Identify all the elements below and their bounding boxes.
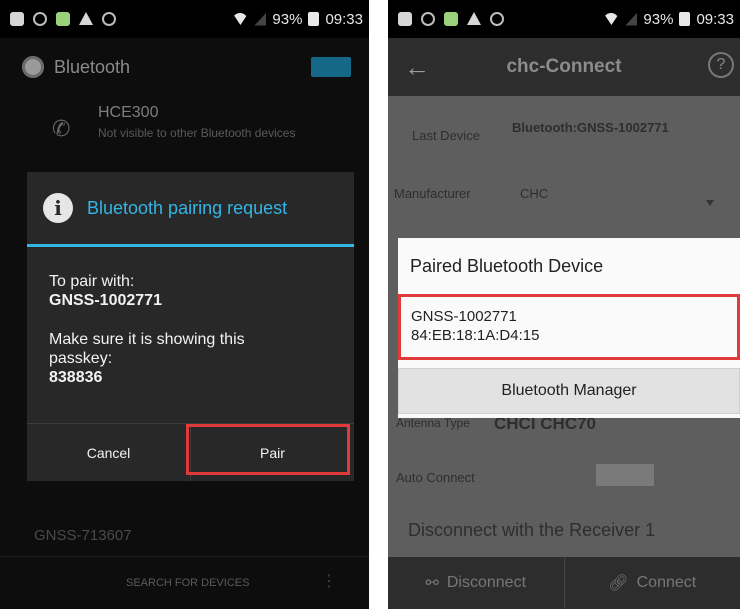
sync-icon [421, 12, 435, 26]
sync-icon [33, 12, 47, 26]
passkey: 838836 [49, 369, 103, 386]
battery-icon [679, 12, 691, 26]
info-icon: i [43, 193, 73, 223]
bluetooth-manager-button[interactable]: Bluetooth Manager [398, 368, 740, 414]
this-device[interactable]: ✆ HCE300 Not visible to other Bluetooth … [0, 100, 369, 160]
device-name: HCE300 [98, 104, 159, 121]
bottom-bar: ⚯ Disconnect 🔗︎ Connect [388, 557, 740, 609]
auto-connect-switch[interactable] [596, 464, 654, 486]
overflow-menu-icon[interactable]: ⋮ [321, 571, 337, 591]
app-header: ← chc-Connect ? [388, 38, 740, 96]
manufacturer-value[interactable]: CHC [520, 186, 548, 201]
wifi-icon [603, 13, 620, 25]
paired-device-item[interactable]: GNSS-1002771 84:EB:18:1A:D4:15 [398, 294, 740, 360]
link-icon: 🔗︎ [608, 575, 629, 592]
dropdown-caret-icon [706, 200, 714, 206]
clock: 09:33 [325, 10, 363, 28]
last-device-label: Last Device [412, 128, 480, 143]
bottom-bar: SEARCH FOR DEVICES ⋮ [0, 556, 369, 609]
disconnect-label: Disconnect [446, 574, 527, 591]
status-bar: 93% 09:33 [0, 0, 369, 38]
left-screen: 93% 09:33 Bluetooth ✆ HCE300 Not visible… [0, 0, 369, 609]
popup-title: Paired Bluetooth Device [410, 256, 604, 276]
dialog-body: To pair with: GNSS-1002771 Make sure it … [49, 272, 309, 387]
last-device-value: Bluetooth:GNSS-1002771 [512, 120, 669, 135]
signal-icon [625, 12, 638, 26]
page-title: chc-Connect [506, 56, 622, 77]
device-visibility: Not visible to other Bluetooth devices [98, 126, 296, 140]
unlink-icon: ⚯ [425, 575, 439, 592]
highlight-box [186, 424, 350, 475]
usb-icon [102, 12, 116, 26]
paired-device-name: GNSS-1002771 [411, 308, 517, 325]
paired-device-popup: Paired Bluetooth Device GNSS-1002771 84:… [398, 238, 740, 418]
gear-icon [22, 56, 44, 78]
battery-percent: 93% [272, 10, 303, 28]
disconnect-receiver[interactable]: Disconnect with the Receiver 1 [408, 520, 655, 541]
auto-connect-label: Auto Connect [396, 470, 475, 485]
right-screen: 93% 09:33 ← chc-Connect ? Last Device Bl… [388, 0, 740, 609]
settings-header: Bluetooth [0, 38, 369, 96]
bluetooth-toggle[interactable] [311, 57, 351, 77]
app-icon [444, 12, 458, 26]
status-bar: 93% 09:33 [388, 0, 740, 38]
paired-device-mac: 84:EB:18:1A:D4:15 [411, 327, 540, 344]
phone-icon: ✆ [52, 116, 71, 141]
app-icon [56, 12, 70, 26]
battery-percent: 93% [643, 10, 674, 28]
search-devices-button[interactable]: SEARCH FOR DEVICES [126, 577, 249, 589]
passkey-instruction: Make sure it is showing this passkey: [49, 331, 245, 367]
warning-icon [467, 12, 481, 25]
cancel-button[interactable]: Cancel [27, 424, 190, 481]
dialog-header: i Bluetooth pairing request [27, 172, 354, 247]
battery-icon [308, 12, 320, 26]
connect-label: Connect [636, 574, 697, 591]
disconnect-button[interactable]: ⚯ Disconnect [388, 557, 564, 609]
usb-icon [490, 12, 504, 26]
pair-with-label: To pair with: [49, 273, 135, 290]
notification-icon [10, 12, 24, 26]
available-device[interactable]: GNSS-713607 [34, 527, 132, 544]
warning-icon [79, 12, 93, 25]
dialog-title: Bluetooth pairing request [87, 197, 288, 218]
connect-button[interactable]: 🔗︎ Connect [563, 557, 740, 609]
help-icon[interactable]: ? [708, 52, 734, 78]
wifi-icon [232, 13, 249, 25]
page-title: Bluetooth [54, 56, 131, 77]
signal-icon [254, 12, 267, 26]
notification-icon [398, 12, 412, 26]
pair-device-name: GNSS-1002771 [49, 292, 162, 309]
antenna-label: Antenna Type [396, 416, 470, 430]
manufacturer-label: Manufacturer [394, 186, 471, 201]
clock: 09:33 [696, 10, 734, 28]
